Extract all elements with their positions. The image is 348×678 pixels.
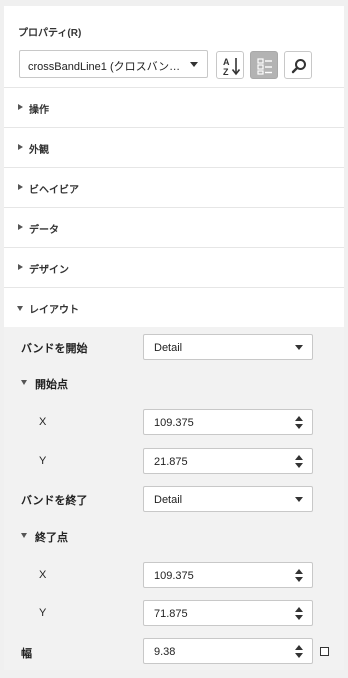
categorized-view-icon	[257, 58, 272, 75]
start-band-value: Detail	[154, 342, 183, 354]
width-stepper[interactable]: 9.38	[143, 638, 313, 664]
category-operation[interactable]: 操作	[4, 87, 344, 127]
end-band-value: Detail	[154, 494, 183, 506]
chevron-right-icon	[18, 104, 23, 110]
categorized-view-button[interactable]	[250, 51, 278, 79]
properties-panel: プロパティ(R) crossBandLine1 (クロスバン… A Z 操作 外…	[4, 6, 344, 670]
end-y-stepper[interactable]: 71.875	[143, 600, 313, 626]
chevron-right-icon	[18, 264, 23, 270]
chevron-right-icon	[18, 184, 23, 190]
start-x-stepper[interactable]: 109.375	[143, 409, 313, 435]
chevron-down-icon	[17, 306, 23, 311]
width-value: 9.38	[154, 646, 176, 658]
category-layout[interactable]: レイアウト	[4, 287, 344, 327]
spin-down-icon[interactable]	[295, 424, 303, 429]
end-y-label: Y	[39, 607, 47, 619]
svg-text:A: A	[223, 57, 230, 67]
category-label: ビヘイビア	[29, 185, 79, 196]
start-y-value: 21.875	[154, 456, 188, 468]
object-selector-dropdown[interactable]: crossBandLine1 (クロスバン…	[19, 50, 208, 78]
start-x-label: X	[39, 416, 47, 428]
start-y-label: Y	[39, 455, 47, 467]
spin-up-icon[interactable]	[295, 645, 303, 650]
search-icon	[291, 59, 306, 74]
panel-title: プロパティ(R)	[18, 28, 82, 39]
chevron-down-icon	[190, 62, 198, 67]
spin-down-icon[interactable]	[295, 577, 303, 582]
spin-down-icon[interactable]	[295, 653, 303, 658]
chevron-right-icon	[18, 144, 23, 150]
category-behavior[interactable]: ビヘイビア	[4, 167, 344, 207]
category-label: 外観	[29, 145, 49, 156]
start-band-label: バンドを開始	[21, 343, 88, 355]
start-point-expander-icon[interactable]	[21, 380, 27, 385]
end-point-label: 終了点	[35, 532, 68, 544]
spin-up-icon[interactable]	[295, 569, 303, 574]
spin-down-icon[interactable]	[295, 463, 303, 468]
chevron-down-icon	[295, 497, 303, 502]
category-appearance[interactable]: 外観	[4, 127, 344, 167]
end-x-stepper[interactable]: 109.375	[143, 562, 313, 588]
sort-alphabetical-button[interactable]: A Z	[216, 51, 244, 79]
object-selector-value: crossBandLine1 (クロスバン…	[28, 61, 181, 73]
end-point-expander-icon[interactable]	[21, 533, 27, 538]
end-x-label: X	[39, 569, 47, 581]
start-point-label: 開始点	[35, 379, 68, 391]
spin-up-icon[interactable]	[295, 607, 303, 612]
svg-text:Z: Z	[223, 67, 229, 77]
end-y-value: 71.875	[154, 608, 188, 620]
width-checkbox[interactable]	[320, 647, 329, 656]
start-band-dropdown[interactable]: Detail	[143, 334, 313, 360]
start-x-value: 109.375	[154, 417, 194, 429]
spin-up-icon[interactable]	[295, 416, 303, 421]
chevron-down-icon	[295, 345, 303, 350]
search-button[interactable]	[284, 51, 312, 79]
end-band-label: バンドを終了	[21, 495, 88, 507]
category-label: デザイン	[29, 265, 69, 276]
end-band-dropdown[interactable]: Detail	[143, 486, 313, 512]
width-label: 幅	[21, 648, 32, 660]
category-label: 操作	[29, 105, 49, 116]
sort-alphabetical-icon: A Z	[223, 57, 241, 77]
category-label: レイアウト	[29, 305, 79, 316]
spin-down-icon[interactable]	[295, 615, 303, 620]
category-design[interactable]: デザイン	[4, 247, 344, 287]
category-label: データ	[29, 225, 59, 236]
chevron-right-icon	[18, 224, 23, 230]
spin-up-icon[interactable]	[295, 455, 303, 460]
category-data[interactable]: データ	[4, 207, 344, 247]
end-x-value: 109.375	[154, 570, 194, 582]
start-y-stepper[interactable]: 21.875	[143, 448, 313, 474]
